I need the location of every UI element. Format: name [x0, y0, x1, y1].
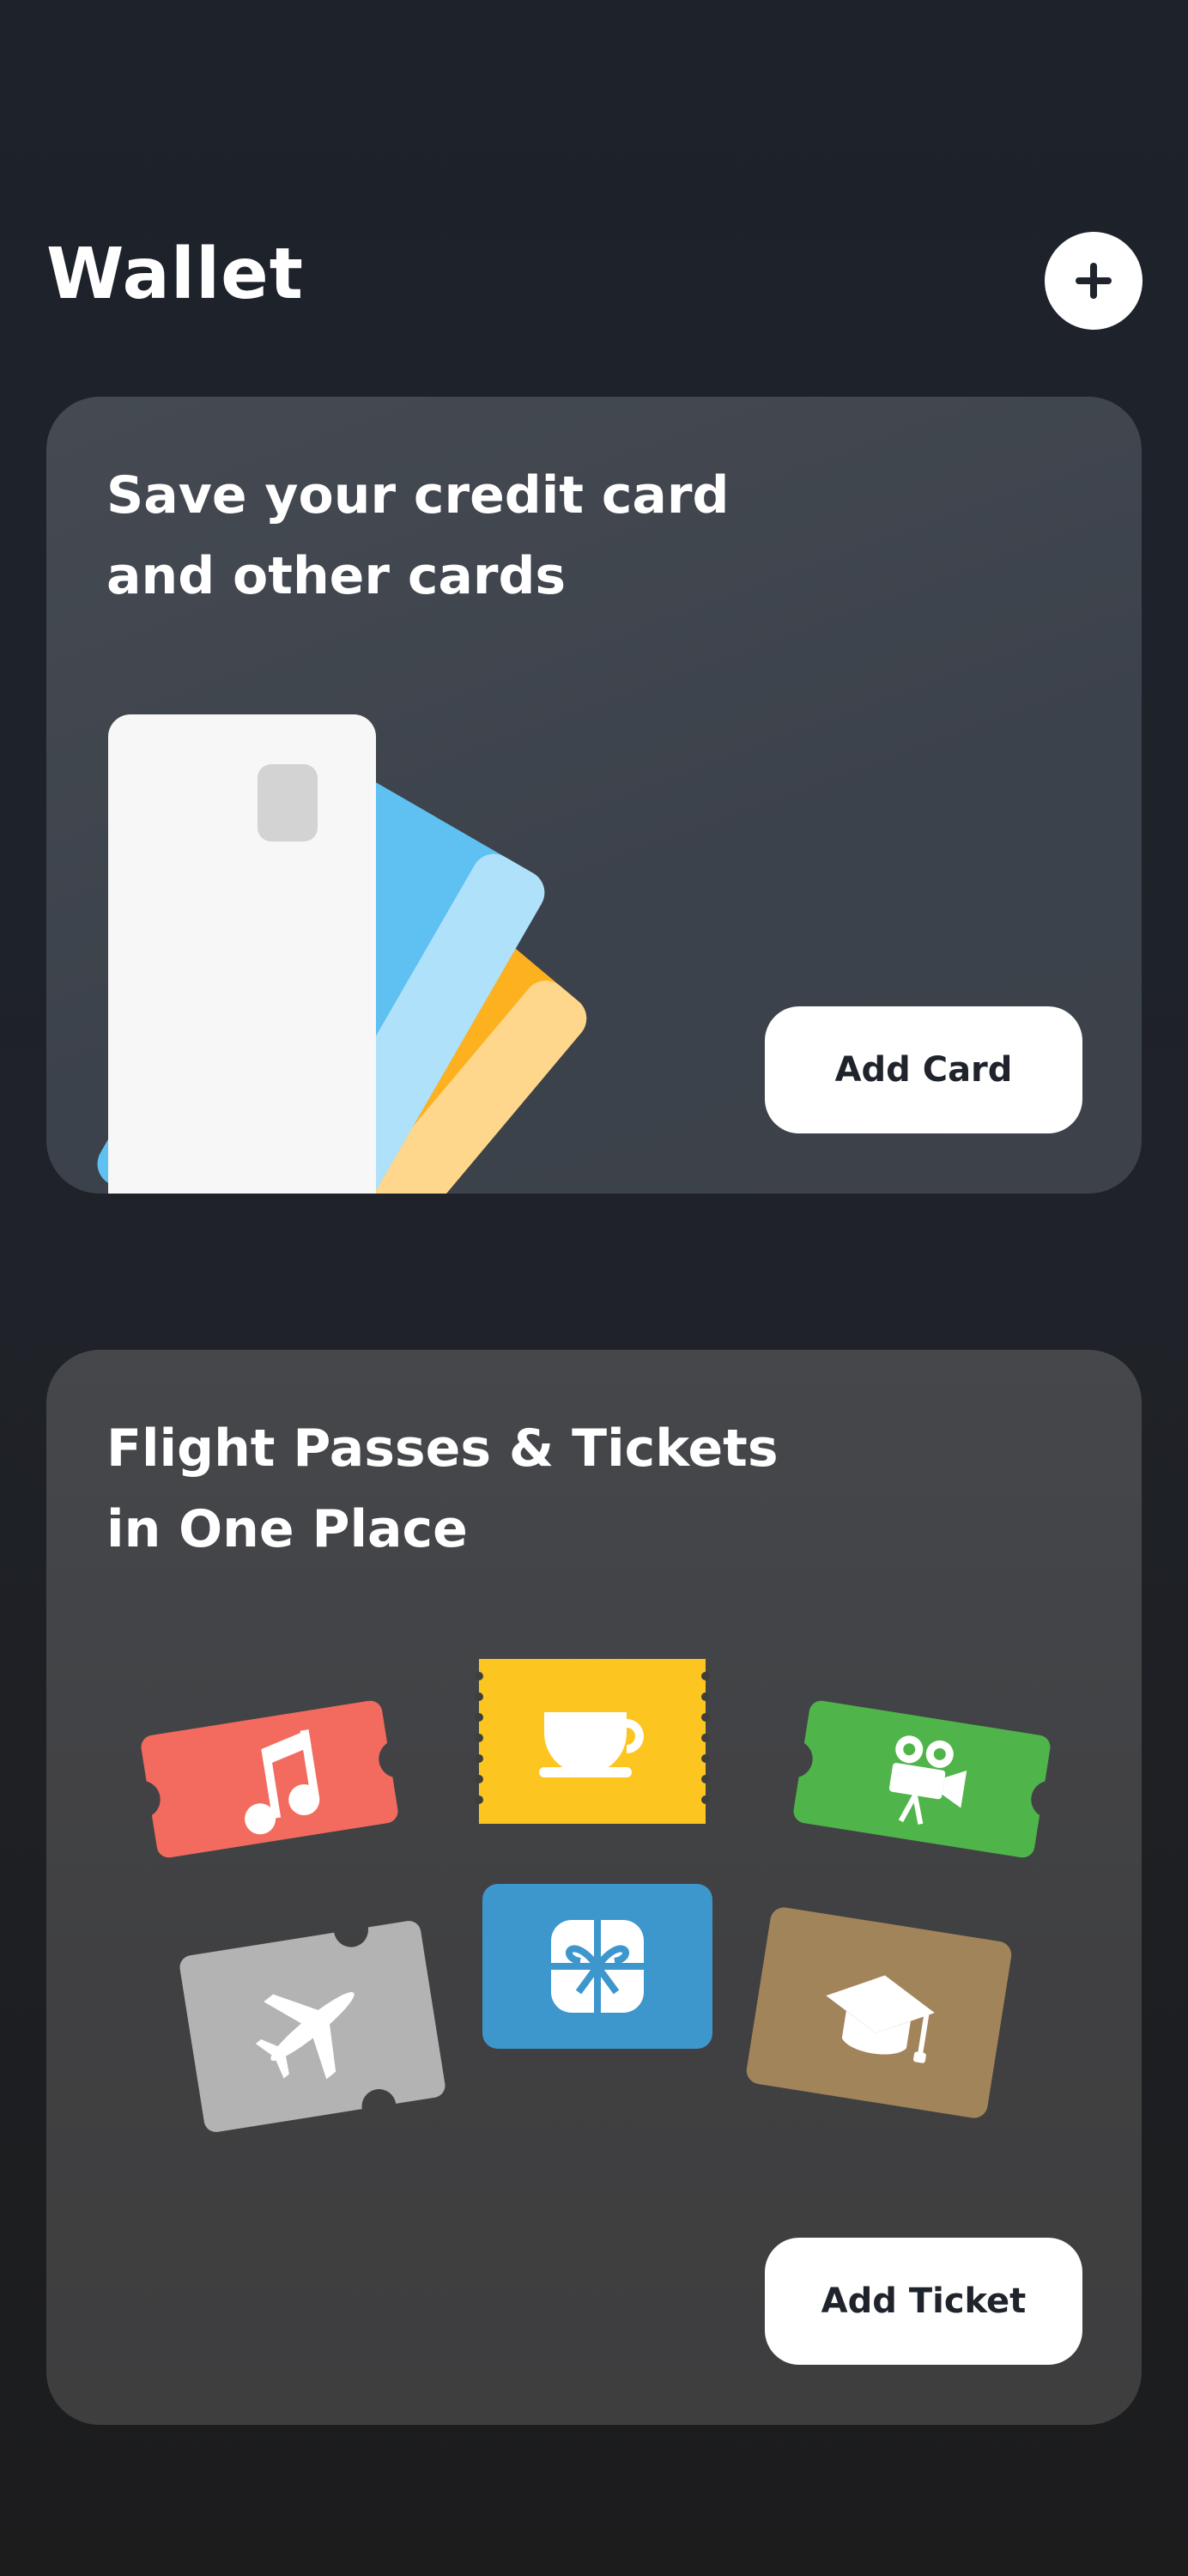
tickets-panel: Flight Passes & Tickets in One Place Add… — [46, 1350, 1142, 2425]
add-ticket-button[interactable]: Add Ticket — [765, 2238, 1082, 2365]
gift-ticket — [482, 1884, 712, 2049]
music-ticket — [141, 1700, 398, 1858]
cards-panel-title: Save your credit card and other cards — [106, 465, 730, 606]
white-card — [108, 714, 376, 1194]
cards-panel: Save your credit card and other cards Ad… — [46, 397, 1142, 1194]
plane-ticket — [179, 1921, 446, 2132]
plus-icon — [1076, 263, 1112, 299]
page-title: Wallet — [46, 234, 304, 315]
card-chip — [258, 764, 318, 841]
graduation-ticket — [746, 1907, 1012, 2118]
gift-icon — [551, 1920, 644, 2013]
coffee-cup-icon — [539, 1712, 644, 1777]
tickets-panel-title: Flight Passes & Tickets in One Place — [106, 1419, 779, 1559]
add-button[interactable] — [1045, 232, 1143, 330]
tickets-illustration — [141, 1659, 1051, 2132]
coffee-ticket — [475, 1659, 710, 1824]
movie-ticket — [793, 1700, 1051, 1858]
add-card-button[interactable]: Add Card — [765, 1006, 1082, 1133]
credit-cards-illustration — [97, 714, 587, 1194]
